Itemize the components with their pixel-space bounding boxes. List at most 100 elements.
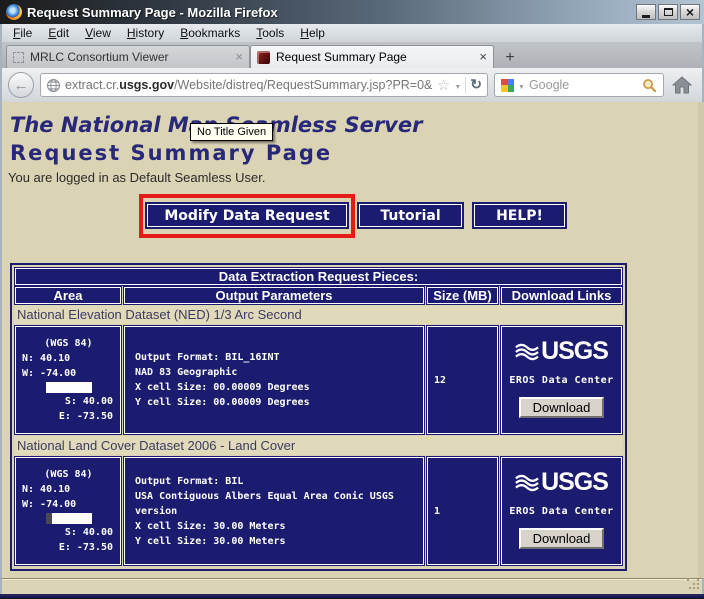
menu-tools[interactable]: Tools — [249, 25, 291, 41]
usgs-logo: USGS — [515, 337, 608, 366]
title-bar: Request Summary Page - Mozilla Firefox — [0, 0, 704, 24]
area-datum: (WGS 84) — [22, 336, 115, 351]
menu-bookmarks[interactable]: Bookmarks — [173, 25, 247, 41]
table-row: (WGS 84) N: 40.10 W: -74.00 S: 40.00 E: … — [15, 326, 622, 434]
area-west: W: -74.00 — [22, 366, 115, 381]
table-row: (WGS 84) N: 40.10 W: -74.00 S: 40.00 E: … — [15, 457, 622, 565]
area-east: E: -73.50 — [22, 540, 115, 555]
usgs-logo-text: USGS — [541, 337, 608, 366]
usgs-logo: USGS — [515, 468, 608, 497]
search-input[interactable]: Google — [494, 73, 664, 97]
area-cell: (WGS 84) N: 40.10 W: -74.00 S: 40.00 E: … — [15, 457, 121, 565]
usgs-waves-icon — [515, 473, 539, 493]
output-parameters-cell: Output Format: BIL_16INT NAD 83 Geograph… — [124, 326, 424, 434]
dataset-title-row: National Elevation Dataset (NED) 1/3 Arc… — [15, 305, 622, 324]
action-button-row: Modify Data Request Tutorial HELP! — [145, 202, 698, 229]
navigation-toolbar: extract.cr.usgs.gov/Website/distreq/Requ… — [0, 68, 704, 102]
area-thumbnail-image — [46, 382, 92, 393]
download-button[interactable]: Download — [519, 528, 605, 549]
area-west: W: -74.00 — [22, 497, 115, 512]
y-cell-size: Y cell Size: 00.00009 Degrees — [135, 395, 423, 410]
search-placeholder: Google — [529, 78, 638, 92]
output-format: Output Format: BIL_16INT — [135, 350, 423, 365]
area-north: N: 40.10 — [22, 351, 115, 366]
minimize-icon — [642, 15, 650, 18]
page-content: The National Map Seamless Server Request… — [0, 102, 704, 578]
data-center-label: EROS Data Center — [509, 373, 613, 388]
column-header-area: Area — [15, 287, 121, 304]
size-cell: 1 — [427, 457, 498, 565]
menu-help[interactable]: Help — [293, 25, 332, 41]
login-status: You are logged in as Default Seamless Us… — [8, 170, 698, 186]
x-cell-size: X cell Size: 30.00 Meters — [135, 519, 423, 534]
output-format: Output Format: BIL — [135, 474, 423, 489]
tab-request-summary-page[interactable]: Request Summary Page — [250, 45, 494, 68]
menu-bar: File Edit View History Bookmarks Tools H… — [0, 24, 704, 42]
window-title: Request Summary Page - Mozilla Firefox — [27, 5, 636, 20]
area-south: S: 40.00 — [22, 394, 115, 409]
page-title: Request Summary Page — [10, 140, 698, 166]
browser-window: Request Summary Page - Mozilla Firefox F… — [0, 0, 704, 599]
tab-bar: MRLC Consortium Viewer Request Summary P… — [0, 42, 704, 68]
url-path: /Website/distreq/RequestSummary.jsp?PR=0… — [174, 78, 433, 92]
status-bar — [0, 578, 704, 594]
download-links-cell: USGS EROS Data Center Download — [501, 326, 622, 434]
url-dropdown-icon[interactable] — [454, 76, 461, 94]
area-north: N: 40.10 — [22, 482, 115, 497]
search-engine-dropdown-icon[interactable] — [518, 76, 525, 94]
google-logo-icon — [501, 79, 514, 92]
url-domain: usgs.gov — [119, 78, 174, 92]
projection: NAD 83 Geographic — [135, 365, 423, 380]
globe-icon — [46, 78, 61, 93]
column-header-size: Size (MB) — [427, 287, 498, 304]
column-header-output-parameters: Output Parameters — [124, 287, 424, 304]
bookmark-star-icon[interactable] — [437, 76, 450, 95]
new-tab-button[interactable] — [497, 48, 523, 68]
area-east: E: -73.50 — [22, 409, 115, 424]
menu-history[interactable]: History — [120, 25, 171, 41]
close-button[interactable] — [680, 4, 700, 20]
tutorial-button[interactable]: Tutorial — [359, 204, 462, 227]
page-favicon-icon — [257, 51, 270, 64]
tab-mrlc-consortium-viewer[interactable]: MRLC Consortium Viewer — [6, 45, 250, 68]
size-cell: 12 — [427, 326, 498, 434]
menu-file[interactable]: File — [6, 25, 39, 41]
x-cell-size: X cell Size: 00.00009 Degrees — [135, 380, 423, 395]
request-pieces-table: Data Extraction Request Pieces: Area Out… — [10, 263, 627, 571]
area-south: S: 40.00 — [22, 525, 115, 540]
column-header-download-links: Download Links — [501, 287, 622, 304]
reload-icon[interactable] — [470, 76, 482, 94]
tab-close-icon[interactable] — [235, 50, 243, 64]
menu-view[interactable]: View — [78, 25, 118, 41]
modify-data-request-button[interactable]: Modify Data Request — [147, 204, 347, 227]
menu-edit[interactable]: Edit — [41, 25, 76, 41]
divider — [465, 77, 466, 93]
site-heading: The National Map Seamless Server — [10, 112, 698, 138]
help-button[interactable]: HELP! — [474, 204, 565, 227]
url-subdomain: extract.cr. — [65, 78, 119, 92]
y-cell-size: Y cell Size: 30.00 Meters — [135, 534, 423, 549]
magnifier-icon[interactable] — [642, 78, 657, 93]
output-parameters-cell: Output Format: BIL USA Contiguous Albers… — [124, 457, 424, 565]
download-button[interactable]: Download — [519, 397, 605, 418]
table-title: Data Extraction Request Pieces: — [15, 268, 622, 285]
window-bottom-edge — [0, 594, 704, 599]
url-text: extract.cr.usgs.gov/Website/distreq/Requ… — [65, 78, 433, 92]
area-cell: (WGS 84) N: 40.10 W: -74.00 S: 40.00 E: … — [15, 326, 121, 434]
tab-label: MRLC Consortium Viewer — [30, 50, 229, 64]
tab-label: Request Summary Page — [276, 50, 473, 64]
maximize-icon — [664, 8, 673, 16]
firefox-icon — [6, 4, 22, 20]
download-links-cell: USGS EROS Data Center Download — [501, 457, 622, 565]
area-datum: (WGS 84) — [22, 467, 115, 482]
back-button[interactable] — [8, 72, 34, 98]
table-column-headers: Area Output Parameters Size (MB) Downloa… — [15, 287, 622, 304]
home-button[interactable] — [670, 73, 694, 97]
area-thumbnail-image — [46, 513, 92, 524]
url-bar[interactable]: extract.cr.usgs.gov/Website/distreq/Requ… — [40, 73, 488, 97]
resize-grip[interactable] — [687, 579, 699, 591]
minimize-button[interactable] — [636, 4, 656, 20]
usgs-logo-text: USGS — [541, 468, 608, 497]
tab-close-icon[interactable] — [479, 50, 487, 64]
maximize-button[interactable] — [658, 4, 678, 20]
